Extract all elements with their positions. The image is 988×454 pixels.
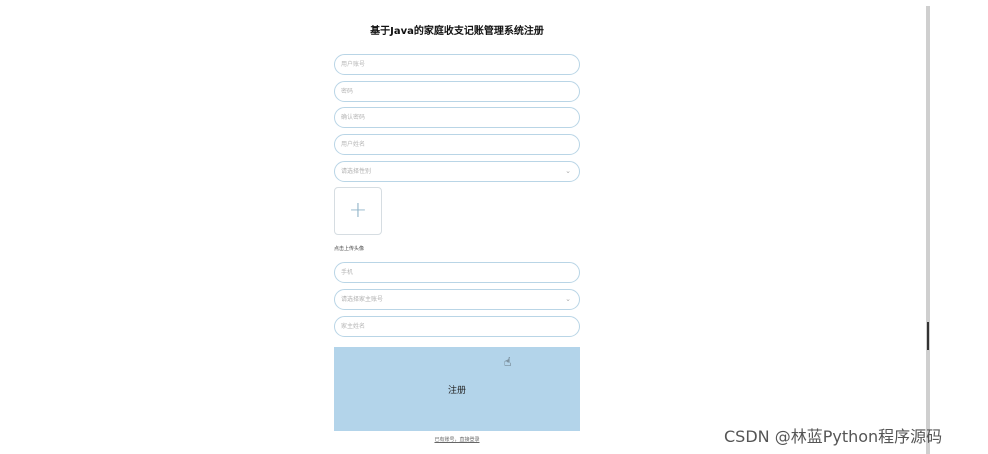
account-input[interactable] [341, 55, 556, 74]
account-field[interactable] [334, 54, 580, 75]
household-name-input[interactable] [341, 317, 556, 336]
password-field[interactable] [334, 81, 580, 102]
page-title: 基于Java的家庭收支记账管理系统注册 [370, 26, 544, 37]
login-link[interactable]: 已有账号，直接登录 [334, 436, 580, 443]
chevron-down-icon: ⌄ [565, 167, 571, 175]
register-button[interactable]: 注册 [334, 347, 580, 431]
hand-cursor-icon: ☝ [504, 355, 512, 369]
household-account-select[interactable]: 请选择家主账号 ⌄ [334, 289, 580, 310]
phone-input[interactable] [341, 263, 556, 282]
avatar-upload-button[interactable]: + [334, 187, 382, 235]
password-input[interactable] [341, 82, 556, 101]
scrollbar[interactable] [926, 6, 930, 454]
plus-icon: + [348, 198, 368, 223]
watermark: CSDN @林蓝Python程序源码 [724, 427, 943, 446]
name-input[interactable] [341, 135, 556, 154]
household-name-field[interactable] [334, 316, 580, 337]
chevron-down-icon: ⌄ [565, 295, 571, 303]
phone-field[interactable] [334, 262, 580, 283]
confirm-password-field[interactable] [334, 107, 580, 128]
gender-select-placeholder: 请选择性别 [341, 168, 372, 175]
gender-select[interactable]: 请选择性别 ⌄ [334, 161, 580, 182]
scrollbar-thumb[interactable] [927, 322, 929, 350]
household-account-placeholder: 请选择家主账号 [341, 296, 384, 303]
confirm-password-input[interactable] [341, 108, 556, 127]
avatar-upload-label: 点击上传头像 [334, 246, 365, 252]
name-field[interactable] [334, 134, 580, 155]
